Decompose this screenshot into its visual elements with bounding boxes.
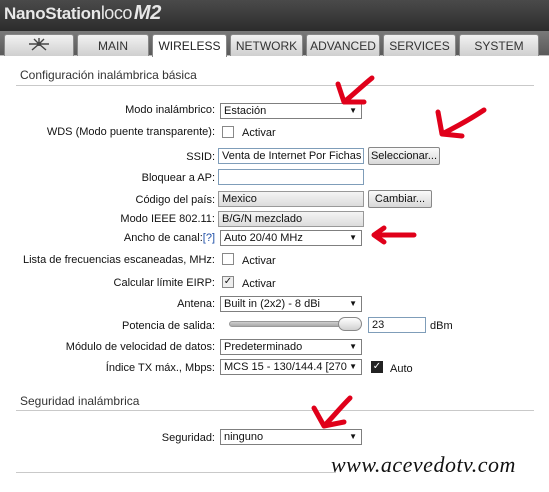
lock-ap-label: Bloquear a AP: (141, 172, 215, 184)
red-arrow-annotation-icon (435, 107, 487, 139)
brand-model: loco (100, 3, 133, 23)
tx-auto-checkbox[interactable]: ✓ (371, 361, 383, 373)
brand-name: NanoStation (4, 4, 101, 23)
country-field: Mexico (218, 191, 364, 207)
wds-check-label: Activar (242, 127, 276, 139)
power-unit: dBm (430, 320, 453, 332)
section-title-security: Seguridad inalámbrica (20, 394, 140, 408)
tx-index-value: MCS 15 - 130/144.4 [270 (224, 361, 347, 373)
tab-services[interactable]: SERVICES (383, 34, 456, 56)
tx-index-select[interactable]: MCS 15 - 130/144.4 [270 ▼ (220, 359, 362, 375)
chevron-down-icon: ▼ (349, 362, 357, 371)
data-rate-select[interactable]: Predeterminado ▼ (220, 339, 362, 355)
eirp-check-label: Activar (242, 278, 276, 290)
channel-width-label: Ancho de canal:[?] (124, 232, 215, 244)
red-arrow-annotation-icon (335, 75, 375, 105)
ubiquiti-logo-icon (26, 36, 52, 55)
scan-list-checkbox[interactable] (222, 253, 234, 265)
section-title-basic: Configuración inalámbrica básica (20, 68, 197, 82)
section-divider (16, 410, 534, 411)
tx-auto-label: Auto (390, 363, 413, 375)
country-label: Código del país: (135, 194, 216, 206)
channel-width-help-link[interactable]: [?] (203, 232, 215, 244)
channel-width-value: Auto 20/40 MHz (224, 232, 303, 244)
tab-ubiquiti-logo[interactable] (4, 34, 74, 56)
power-input[interactable]: 23 (368, 317, 426, 333)
security-label: Seguridad: (161, 432, 215, 444)
data-rate-value: Predeterminado (224, 341, 303, 353)
tab-network[interactable]: NETWORK (230, 34, 303, 56)
channel-width-label-text: Ancho de canal: (123, 232, 203, 244)
ssid-input[interactable]: Venta de Internet Por Fichas (218, 148, 364, 164)
antenna-select[interactable]: Built in (2x2) - 8 dBi ▼ (220, 296, 362, 312)
eirp-label: Calcular límite EIRP: (113, 277, 215, 289)
ssid-label: SSID: (186, 151, 215, 163)
section-divider (16, 472, 336, 473)
power-slider-handle[interactable] (338, 317, 362, 331)
power-label: Potencia de salida: (122, 320, 215, 332)
brand-logo: NanoStationloco M2 (4, 2, 161, 25)
lock-ap-input[interactable] (218, 169, 364, 185)
tab-advanced[interactable]: ADVANCED (306, 34, 380, 56)
channel-width-select[interactable]: Auto 20/40 MHz ▼ (220, 230, 362, 246)
wds-checkbox[interactable] (222, 126, 234, 138)
wireless-mode-value: Estación (224, 105, 267, 117)
scan-list-label: Lista de frecuencias escaneadas, MHz: (23, 254, 215, 266)
antenna-value: Built in (2x2) - 8 dBi (224, 298, 320, 310)
data-rate-label: Módulo de velocidad de datos: (65, 341, 215, 353)
tab-main[interactable]: MAIN (77, 34, 149, 56)
tab-bar: MAIN WIRELESS NETWORK ADVANCED SERVICES … (0, 31, 549, 57)
change-country-button[interactable]: Cambiar... (368, 190, 432, 208)
chevron-down-icon: ▼ (349, 233, 357, 242)
tab-wireless[interactable]: WIRELESS (152, 34, 227, 57)
red-arrow-annotation-icon (311, 395, 353, 429)
ieee-label: Modo IEEE 802.11: (120, 213, 215, 225)
ieee-mode-field: B/G/N mezclado (218, 211, 364, 227)
tab-system[interactable]: SYSTEM (459, 34, 539, 56)
chevron-down-icon: ▼ (349, 432, 357, 441)
top-bar: NanoStationloco M2 (0, 0, 549, 31)
brand-version: M2 (133, 2, 162, 24)
watermark-text: www.acevedotv.com (331, 452, 516, 477)
scan-list-check-label: Activar (242, 255, 276, 267)
section-divider (16, 85, 534, 86)
mode-label: Modo inalámbrico: (125, 104, 215, 116)
wds-label: WDS (Modo puente transparente): (46, 126, 215, 138)
antenna-label: Antena: (177, 298, 215, 310)
red-arrow-annotation-icon (371, 225, 417, 245)
security-value: ninguno (224, 431, 264, 443)
select-ssid-button[interactable]: Seleccionar... (368, 147, 440, 165)
chevron-down-icon: ▼ (349, 342, 357, 351)
eirp-checkbox[interactable]: ✓ (222, 276, 234, 288)
tx-index-label: Índice TX máx., Mbps: (105, 362, 215, 374)
chevron-down-icon: ▼ (349, 299, 357, 308)
